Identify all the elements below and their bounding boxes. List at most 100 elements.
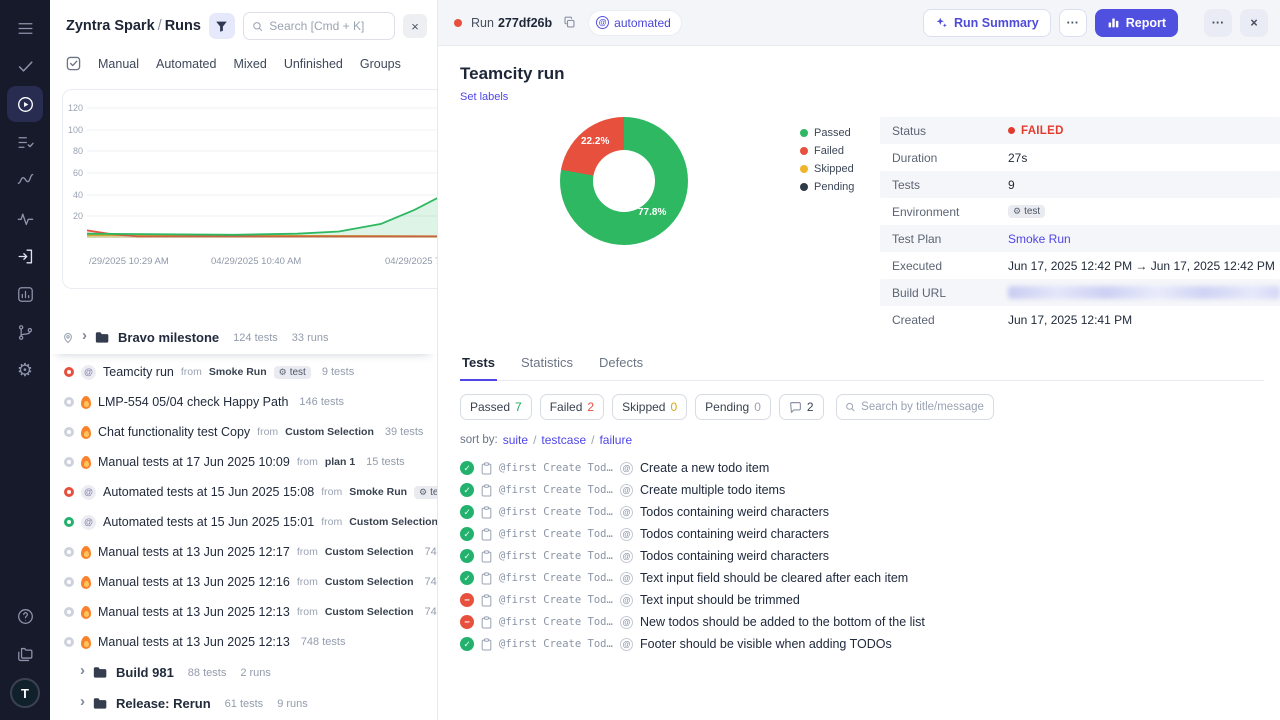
tests-search[interactable]	[835, 394, 994, 420]
branches-icon[interactable]	[7, 314, 43, 350]
panel-more-button[interactable]: ···	[1204, 8, 1232, 37]
filter-button[interactable]	[208, 13, 235, 39]
test-row[interactable]: ✓ @first Create Todos… @ Text input fiel…	[460, 567, 1264, 589]
tab-defects[interactable]: Defects	[597, 355, 645, 380]
test-title[interactable]: Create a new todo item	[640, 461, 769, 475]
help-icon[interactable]	[7, 598, 43, 634]
test-row[interactable]: ✓ @first Create Todos… @ Footer should b…	[460, 633, 1264, 655]
y-tick: 120	[67, 103, 83, 113]
run-row[interactable]: LMP-554 05/04 check Happy Path 146 tests	[50, 387, 437, 417]
automated-test-icon: @	[620, 527, 633, 541]
run-row[interactable]: @ Automated tests at 15 Jun 2025 15:01 f…	[50, 507, 437, 537]
suite-tag[interactable]: @first Create Todos…	[499, 616, 613, 628]
more-actions-button[interactable]: ···	[1058, 8, 1087, 37]
panel-search-input[interactable]	[269, 19, 386, 33]
import-icon[interactable]	[7, 238, 43, 274]
test-title[interactable]: Text input should be trimmed	[640, 593, 800, 607]
filter-failed[interactable]: Failed 2	[539, 394, 605, 420]
automated-badge[interactable]: @ automated	[589, 10, 681, 35]
test-row[interactable]: − @first Create Todos… @ Text input shou…	[460, 589, 1264, 611]
panel-search[interactable]	[242, 12, 395, 40]
run-summary-button[interactable]: Run Summary	[922, 8, 1051, 37]
test-row[interactable]: ✓ @first Create Todos… @ Create multiple…	[460, 479, 1264, 501]
test-row[interactable]: ✓ @first Create Todos… @ Todos containin…	[460, 545, 1264, 567]
report-button[interactable]: Report	[1094, 8, 1178, 37]
run-row[interactable]: Manual tests at 13 Jun 2025 12:17 from C…	[50, 537, 437, 567]
run-row[interactable]: Chat functionality test Copy from Custom…	[50, 417, 437, 447]
tests-check-icon[interactable]	[7, 48, 43, 84]
reports-chart-icon[interactable]	[7, 276, 43, 312]
suite-tag[interactable]: @first Create Todos…	[499, 550, 613, 562]
tab-manual[interactable]: Manual	[98, 57, 139, 71]
suite-tag[interactable]: @first Create Todos…	[499, 594, 613, 606]
projects-folder-icon[interactable]	[7, 636, 43, 672]
group-row-milestone[interactable]: › Bravo milestone 124 tests 33 runs	[50, 321, 437, 354]
run-row[interactable]: Manual tests at 13 Jun 2025 12:13 from C…	[50, 597, 437, 627]
test-title[interactable]: Todos containing weird characters	[640, 505, 829, 519]
suite-tag[interactable]: @first Create Todos…	[499, 484, 613, 496]
group-label: Release: Rerun	[116, 696, 211, 711]
test-row[interactable]: ✓ @first Create Todos… @ Todos containin…	[460, 523, 1264, 545]
set-labels-link[interactable]: Set labels	[460, 91, 508, 103]
run-page-title: Teamcity run	[460, 64, 565, 83]
run-row[interactable]: Manual tests at 17 Jun 2025 10:09 from p…	[50, 447, 437, 477]
filter-pending[interactable]: Pending 0	[695, 394, 771, 420]
area-chart-plot	[87, 107, 437, 238]
group-row-build[interactable]: › Build 981 88 tests 2 runs	[50, 657, 437, 688]
run-row[interactable]: @ Teamcity run from Smoke Run ⚙ test 9 te…	[50, 357, 437, 387]
status-dot-neutral	[64, 457, 74, 467]
test-title[interactable]: New todos should be added to the bottom …	[640, 615, 925, 629]
analytics-curve-icon[interactable]	[7, 162, 43, 198]
tab-mixed[interactable]: Mixed	[233, 57, 266, 71]
test-row[interactable]: ✓ @first Create Todos… @ Todos containin…	[460, 501, 1264, 523]
runs-play-icon[interactable]	[7, 86, 43, 122]
suite-tag[interactable]: @first Create Todos…	[499, 528, 613, 540]
test-row[interactable]: ✓ @first Create Todos… @ Create a new to…	[460, 457, 1264, 479]
sort-by-failure[interactable]: failure	[599, 433, 632, 447]
test-row[interactable]: − @first Create Todos… @ New todos shoul…	[460, 611, 1264, 633]
suite-tag[interactable]: @first Create Todos…	[499, 506, 613, 518]
suite-tag[interactable]: @first Create Todos…	[499, 638, 613, 650]
test-title[interactable]: Create multiple todo items	[640, 483, 785, 497]
breadcrumb-project[interactable]: Zyntra Spark	[66, 18, 155, 34]
copy-run-id-button[interactable]	[561, 14, 578, 31]
test-plan-link[interactable]: Smoke Run	[1008, 232, 1071, 246]
panel-close-button[interactable]: ×	[403, 14, 427, 38]
chevron-right-icon[interactable]: ›	[80, 663, 85, 678]
suites-list-icon[interactable]	[7, 124, 43, 160]
pulse-icon[interactable]	[7, 200, 43, 236]
tab-tests[interactable]: Tests	[460, 355, 497, 381]
filter-skipped[interactable]: Skipped 0	[612, 394, 688, 420]
settings-gear-icon[interactable]: ⚙	[7, 352, 43, 388]
tab-groups[interactable]: Groups	[360, 57, 401, 71]
suite-tag[interactable]: @first Create Todos…	[499, 462, 613, 474]
chevron-right-icon[interactable]: ›	[80, 694, 85, 709]
test-title[interactable]: Todos containing weird characters	[640, 527, 829, 541]
close-icon: ×	[411, 18, 419, 34]
run-row[interactable]: Manual tests at 13 Jun 2025 12:16 from C…	[50, 567, 437, 597]
donut-chart: 22.2% 77.8%	[560, 117, 688, 245]
select-all-icon[interactable]	[66, 56, 81, 71]
run-row[interactable]: @ Automated tests at 15 Jun 2025 15:08 f…	[50, 477, 437, 507]
sort-by-suite[interactable]: suite	[503, 433, 528, 447]
tab-unfinished[interactable]: Unfinished	[284, 57, 343, 71]
tab-statistics[interactable]: Statistics	[519, 355, 575, 380]
group-row-release[interactable]: › Release: Rerun 61 tests 9 runs	[50, 688, 437, 719]
tests-search-input[interactable]	[861, 401, 985, 413]
close-run-button[interactable]: ×	[1240, 8, 1268, 37]
menu-icon[interactable]	[7, 10, 43, 46]
suite-tag[interactable]: @first Create Todos…	[499, 572, 613, 584]
group-tests-count: 124 tests	[233, 331, 278, 344]
filter-passed[interactable]: Passed 7	[460, 394, 532, 420]
sort-by-testcase[interactable]: testcase	[541, 433, 586, 447]
redacted-build-url[interactable]	[1008, 286, 1280, 299]
run-row[interactable]: Manual tests at 13 Jun 2025 12:13 748 te…	[50, 627, 437, 657]
tab-automated[interactable]: Automated	[156, 57, 216, 71]
chevron-right-icon[interactable]: ›	[82, 328, 87, 343]
filter-comments[interactable]: 2	[778, 394, 824, 420]
test-title[interactable]: Todos containing weird characters	[640, 549, 829, 563]
user-avatar[interactable]: T	[10, 678, 40, 708]
gear-icon: ⚙	[419, 486, 428, 497]
test-title[interactable]: Text input field should be cleared after…	[640, 571, 908, 585]
test-title[interactable]: Footer should be visible when adding TOD…	[640, 637, 892, 651]
